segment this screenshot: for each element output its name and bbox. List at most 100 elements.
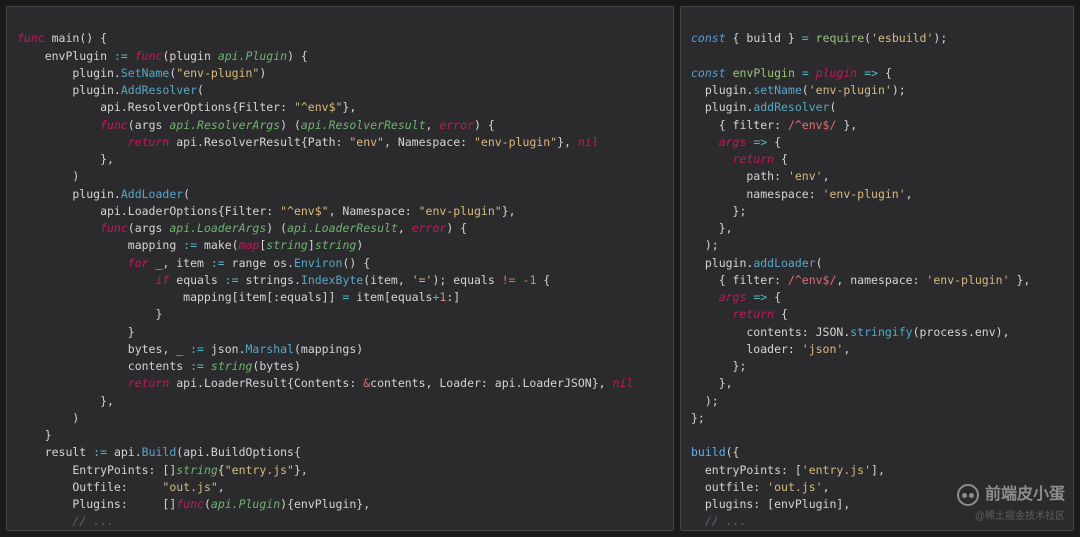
code-token: contents, Loader: api.LoaderJSON}, [370, 376, 612, 390]
code-token: ) [17, 169, 79, 183]
code-token: outfile: [691, 480, 767, 494]
code-token: } [17, 325, 135, 339]
code-token [691, 135, 719, 149]
code-token: := [93, 445, 107, 459]
code-token: // ... [72, 514, 114, 528]
code-token: setName [753, 83, 801, 97]
code-token: := [225, 273, 239, 287]
code-token [809, 31, 816, 45]
code-token: }, [294, 463, 308, 477]
code-token: ) ( [280, 118, 301, 132]
code-token: "^env$" [280, 204, 328, 218]
code-token: AddResolver [121, 83, 197, 97]
code-token: , [823, 169, 830, 183]
code-token: envPlugin [17, 49, 114, 63]
code-token [726, 66, 733, 80]
code-token: { [536, 273, 550, 287]
code-token: mapping [17, 238, 183, 252]
code-token: api.ResolverResult [301, 118, 426, 132]
code-token: addLoader [753, 256, 815, 270]
js-code-pane: const { build } = require('esbuild'); co… [680, 6, 1074, 531]
code-token: (bytes) [252, 359, 300, 373]
code-token: "env-plugin" [419, 204, 502, 218]
code-token: , Namespace: [329, 204, 419, 218]
code-token: error [439, 118, 474, 132]
code-token [809, 66, 816, 80]
code-token: }, [691, 376, 733, 390]
code-token: string [176, 463, 218, 477]
code-token [17, 221, 100, 235]
code-token: }, [557, 135, 578, 149]
code-token: string [211, 359, 253, 373]
code-token: }, [17, 394, 114, 408]
code-token: , [398, 221, 412, 235]
code-token: nil [612, 376, 633, 390]
code-token: ){envPlugin}, [280, 497, 370, 511]
code-token: api.ResolverResult{Path: [169, 135, 349, 149]
code-token: main() { [45, 31, 107, 45]
code-token: error [412, 221, 447, 235]
code-token: bytes, _ [17, 342, 190, 356]
code-token: "env-plugin" [474, 135, 557, 149]
code-token: "env-plugin" [176, 66, 259, 80]
code-token: 'out.js' [767, 480, 822, 494]
code-token: ( [197, 83, 204, 97]
code-token: ) { [287, 49, 308, 63]
code-token: { filter: [691, 118, 788, 132]
code-token: result [17, 445, 93, 459]
code-token [516, 273, 523, 287]
code-token: }, [836, 118, 857, 132]
code-token: plugin. [17, 66, 121, 80]
code-token: '=' [412, 273, 433, 287]
code-token: nil [578, 135, 599, 149]
code-token: -1 [523, 273, 537, 287]
code-token: equals [169, 273, 224, 287]
code-token: }, [502, 204, 516, 218]
code-token: api. [107, 445, 142, 459]
code-token: := [114, 49, 128, 63]
code-token: "entry.js" [225, 463, 294, 477]
code-token [17, 514, 72, 528]
code-token: => [753, 290, 767, 304]
code-token: api.LoaderResult [287, 221, 398, 235]
code-token: strings. [239, 273, 301, 287]
code-token: { build } [726, 31, 802, 45]
code-token: loader: [691, 342, 802, 356]
code-token: (plugin [162, 49, 217, 63]
code-token: AddLoader [121, 187, 183, 201]
code-token: namespace: [691, 187, 823, 201]
code-token: ], [871, 463, 885, 477]
code-token: 'env' [788, 169, 823, 183]
code-token [128, 49, 135, 63]
code-token: map [239, 238, 260, 252]
code-token: { [767, 135, 781, 149]
code-token: EntryPoints: [] [17, 463, 176, 477]
code-token: := [183, 238, 197, 252]
code-token: "env" [349, 135, 384, 149]
code-token: , Namespace: [384, 135, 474, 149]
code-token: , [823, 480, 830, 494]
code-token [691, 290, 719, 304]
code-token: :] [446, 290, 460, 304]
code-token: ); [691, 238, 719, 252]
watermark-title: 前端皮小蛋 [985, 483, 1065, 507]
code-token: range os. [225, 256, 294, 270]
code-token: func [17, 31, 45, 45]
watermark-subtitle: @稀土掘金技术社区 [975, 509, 1065, 524]
code-token: if [155, 273, 169, 287]
code-token: (args [128, 221, 170, 235]
code-token: api.LoaderResult{Contents: [169, 376, 363, 390]
code-token: }; [691, 204, 746, 218]
code-token: Build [142, 445, 177, 459]
code-token: ); [933, 31, 947, 45]
code-token: SetName [121, 66, 169, 80]
code-token: api.ResolverArgs [169, 118, 280, 132]
code-token: Environ [294, 256, 342, 270]
code-token: ) [17, 411, 79, 425]
code-token: (api.BuildOptions{ [176, 445, 301, 459]
code-token: ({ [726, 445, 740, 459]
code-token: }, [342, 100, 356, 114]
code-token: "out.js" [162, 480, 217, 494]
code-token: ) { [446, 221, 467, 235]
code-token: ] [308, 238, 315, 252]
